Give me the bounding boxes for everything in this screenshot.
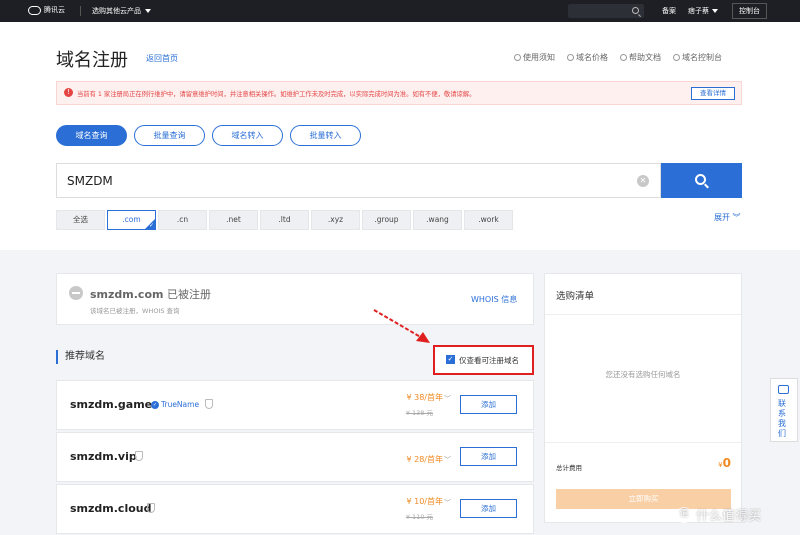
domain-search-input[interactable] xyxy=(67,170,627,192)
unavailable-icon xyxy=(69,286,83,300)
chevron-down-icon[interactable]: ﹀ xyxy=(444,394,451,404)
watermark-text: 什么值得买 xyxy=(696,509,762,524)
cart-empty-text: 您还没有选购任何域名 xyxy=(605,370,681,379)
user-menu[interactable]: 痞子蔡 xyxy=(688,6,718,16)
checkbox-checked-icon[interactable]: ✓ xyxy=(446,355,455,364)
console-icon xyxy=(673,54,680,61)
shield-icon xyxy=(205,399,213,409)
available-only-filter[interactable]: ✓ 仅查看可注册域名 xyxy=(433,345,534,375)
domain-name: smzdm.vip xyxy=(70,450,137,463)
global-search-input[interactable] xyxy=(568,4,644,18)
caret-down-icon xyxy=(712,9,718,13)
check-icon: ✓ xyxy=(148,222,154,229)
shield-icon xyxy=(147,503,155,513)
total-amount: ¥0 xyxy=(718,456,731,470)
warning-icon: ! xyxy=(64,88,73,97)
tld-net[interactable]: .net xyxy=(209,210,258,230)
tld-cn[interactable]: .cn xyxy=(158,210,207,230)
nav-record[interactable]: 备案 xyxy=(662,6,676,16)
watermark-logo-icon: 值 xyxy=(676,506,692,523)
tld-wang[interactable]: .wang xyxy=(413,210,462,230)
cloud-icon xyxy=(28,5,41,15)
tab-domain-query[interactable]: 域名查询 xyxy=(56,125,127,146)
notice-text: 当前有 1 家注册局正在例行维护中，请留意维护时间，并注意相关操作。如维护工作未… xyxy=(77,91,476,98)
price-icon xyxy=(567,54,574,61)
domain-price: ¥ 38/首年 xyxy=(406,393,443,402)
tld-ltd[interactable]: .ltd xyxy=(260,210,309,230)
domain-search-box: ✕ xyxy=(56,163,661,198)
tab-batch-transfer[interactable]: 批量转入 xyxy=(290,125,361,146)
tld-work[interactable]: .work xyxy=(464,210,513,230)
cart-title: 选购清单 xyxy=(556,291,595,302)
shopping-cart-panel: 选购清单 您还没有选购任何域名 总计费用 ¥0 立即购买 xyxy=(544,273,742,523)
domain-console-link[interactable]: 域名控制台 xyxy=(673,52,722,63)
search-icon[interactable] xyxy=(632,7,639,14)
tab-domain-transfer[interactable]: 域名转入 xyxy=(212,125,283,146)
domain-status-card: smzdm.com 已被注册 该域名已被注册，WHOIS 查询 WHOIS 信息 xyxy=(56,273,534,325)
domain-row: smzdm.games ✓ TrueName ¥ 38/首年 ¥ 138 元 ﹀ … xyxy=(56,380,534,430)
tld-select-all[interactable]: 全选 xyxy=(56,210,105,230)
add-to-cart-button[interactable]: 添加 xyxy=(460,395,517,414)
search-icon xyxy=(695,174,706,185)
queried-domain: smzdm.com 已被注册 xyxy=(90,288,211,301)
add-to-cart-button[interactable]: 添加 xyxy=(460,499,517,518)
annotation-arrow-icon xyxy=(373,309,430,343)
domain-row: smzdm.cloud ¥ 10/首年 ¥ 110 元 ﹀ 添加 xyxy=(56,484,534,534)
tld-group[interactable]: .group xyxy=(362,210,411,230)
header-links: 使用须知 域名价格 帮助文档 域名控制台 xyxy=(514,52,722,63)
user-name: 痞子蔡 xyxy=(688,7,709,15)
contact-us-widget[interactable]: 联系我们 xyxy=(770,378,798,442)
truename-badge: ✓ TrueName xyxy=(151,400,200,409)
tld-xyz[interactable]: .xyz xyxy=(311,210,360,230)
page-title: 域名注册 xyxy=(56,50,128,71)
tld-com[interactable]: .com ✓ xyxy=(107,210,156,230)
help-docs-link[interactable]: 帮助文档 xyxy=(620,52,661,63)
product-menu[interactable]: 选购其他云产品 xyxy=(92,6,151,16)
watermark: 值 什么值得买 xyxy=(676,505,761,524)
back-home-link[interactable]: 返回首页 xyxy=(146,53,178,64)
brand-name: 腾讯云 xyxy=(44,6,65,14)
divider xyxy=(545,314,741,315)
clear-icon[interactable]: ✕ xyxy=(637,175,649,187)
original-price: ¥ 110 元 xyxy=(405,513,433,521)
domain-price-link[interactable]: 域名价格 xyxy=(567,52,608,63)
view-details-button[interactable]: 查看详情 xyxy=(691,87,735,100)
chevron-down-icon[interactable]: ﹀ xyxy=(444,498,451,508)
truename-icon: ✓ xyxy=(151,400,159,409)
caret-down-icon xyxy=(145,9,151,13)
product-menu-label: 选购其他云产品 xyxy=(92,7,141,15)
maintenance-notice: ! 当前有 1 家注册局正在例行维护中，请留意维护时间，并注意相关操作。如维护工… xyxy=(56,81,742,105)
search-button[interactable] xyxy=(661,163,742,198)
domain-price: ¥ 28/首年 xyxy=(406,455,443,464)
top-nav-bar: 腾讯云 选购其他云产品 备案 痞子蔡 控制台 xyxy=(0,0,800,22)
chevron-down-icon: ︾ xyxy=(732,213,741,222)
console-button[interactable]: 控制台 xyxy=(732,3,767,19)
domain-row: smzdm.vip ¥ 28/首年 ﹀ 添加 xyxy=(56,432,534,482)
domain-name: smzdm.cloud xyxy=(70,502,152,515)
original-price: ¥ 138 元 xyxy=(405,409,433,417)
contact-us-label: 联系我们 xyxy=(778,399,786,438)
info-icon xyxy=(514,54,521,61)
expand-tlds-button[interactable]: 展开 ︾ xyxy=(714,212,741,223)
tab-batch-query[interactable]: 批量查询 xyxy=(134,125,205,146)
divider xyxy=(545,442,741,443)
brand-logo[interactable]: 腾讯云 xyxy=(28,5,65,15)
help-icon xyxy=(620,54,627,61)
domain-price: ¥ 10/首年 xyxy=(406,497,443,506)
status-subtext: 该域名已被注册，WHOIS 查询 xyxy=(90,307,180,315)
domain-name: smzdm.games xyxy=(70,398,159,411)
add-to-cart-button[interactable]: 添加 xyxy=(460,447,517,466)
chevron-down-icon[interactable]: ﹀ xyxy=(444,455,451,465)
shield-icon xyxy=(135,451,143,461)
filter-label: 仅查看可注册域名 xyxy=(459,356,519,365)
whois-link[interactable]: WHOIS 信息 xyxy=(471,294,517,305)
chat-icon xyxy=(778,385,789,394)
divider xyxy=(80,6,81,16)
recommend-title: 推荐域名 xyxy=(56,350,105,364)
total-label: 总计费用 xyxy=(556,464,582,472)
usage-notice-link[interactable]: 使用须知 xyxy=(514,52,555,63)
